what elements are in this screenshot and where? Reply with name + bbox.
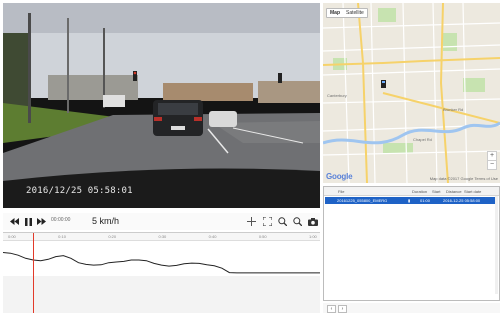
- table-row[interactable]: 20161225_055800_EMERG ▮ 01:00 2016-12-25…: [325, 197, 498, 204]
- list-header: File Duration Start Distance Start date: [324, 187, 499, 196]
- speed-curve-line: [3, 252, 320, 274]
- map-type-tabs: Map Satellite: [326, 8, 368, 18]
- column-header[interactable]: Start: [432, 189, 440, 194]
- ruler-tick-label: 0:00: [8, 234, 16, 239]
- ruler-tick-label: 1:00: [309, 234, 317, 239]
- rewind-icon[interactable]: [9, 215, 19, 228]
- tab-satellite[interactable]: Satellite: [343, 9, 367, 17]
- map-panel[interactable]: Map Satellite Canterbury Brunker Rd Chap…: [323, 3, 500, 183]
- file-list: File Duration Start Distance Start date …: [323, 186, 500, 301]
- column-header[interactable]: Duration: [412, 189, 427, 194]
- zoom-in-icon[interactable]: [277, 215, 287, 228]
- column-header[interactable]: File: [338, 189, 344, 194]
- speed-graph[interactable]: 0:00 0:10 0:20 0:30 0:40 0:50 1:00: [3, 232, 320, 313]
- tab-map[interactable]: Map: [327, 9, 343, 17]
- fullscreen-icon[interactable]: [262, 215, 272, 228]
- zoom-out-icon[interactable]: [292, 215, 302, 228]
- street-label: Chapel Rd: [413, 137, 432, 142]
- list-scrollbar[interactable]: [495, 196, 498, 294]
- snapshot-icon[interactable]: [307, 215, 318, 228]
- street-label: Canterbury: [327, 93, 347, 98]
- video-timestamp: 2016/12/25 05:58:01: [26, 186, 133, 196]
- ruler-tick-label: 0:40: [208, 234, 217, 239]
- dashcam-frame-image: [3, 3, 320, 208]
- map-logo: Google: [326, 172, 353, 181]
- ruler-tick-label: 0:30: [158, 234, 167, 239]
- ruler-tick-label: 0:50: [258, 234, 267, 239]
- row-file: 20161225_055800_EMERG: [337, 198, 388, 203]
- crosshair-icon[interactable]: [246, 215, 256, 228]
- document-icon: ▮: [408, 198, 411, 203]
- ruler-tick-label: 0:10: [58, 234, 66, 239]
- column-header[interactable]: Distance: [446, 189, 462, 194]
- column-header[interactable]: Start date: [464, 189, 481, 194]
- pause-icon[interactable]: [23, 215, 33, 228]
- map-credit[interactable]: Map data ©2017 Google Terms of Use: [430, 176, 498, 181]
- row-start: 2016-12-25 05:58:00: [443, 198, 481, 203]
- playhead[interactable]: [33, 233, 34, 313]
- map-canvas: [323, 3, 500, 183]
- prev-icon[interactable]: ‹: [327, 305, 336, 313]
- video-player[interactable]: 2016/12/25 05:58:01: [3, 3, 320, 208]
- fast-forward-icon[interactable]: [36, 215, 46, 228]
- street-label: Brunker Rd: [443, 107, 464, 112]
- speed-readout: 5 km/h: [92, 216, 120, 226]
- current-time: 00:00:00: [51, 217, 71, 223]
- map-zoom-out-button[interactable]: −: [487, 160, 497, 170]
- player-toolbar: 00:00:00 5 km/h: [3, 213, 320, 230]
- next-icon[interactable]: ›: [338, 305, 347, 313]
- ruler-tick-label: 0:20: [108, 234, 117, 239]
- list-footer: ‹ ›: [323, 303, 500, 313]
- row-duration: 01:00: [420, 198, 431, 203]
- graph-lower-band: [3, 276, 320, 313]
- time-ruler: 0:00 0:10 0:20 0:30 0:40 0:50 1:00: [3, 233, 320, 241]
